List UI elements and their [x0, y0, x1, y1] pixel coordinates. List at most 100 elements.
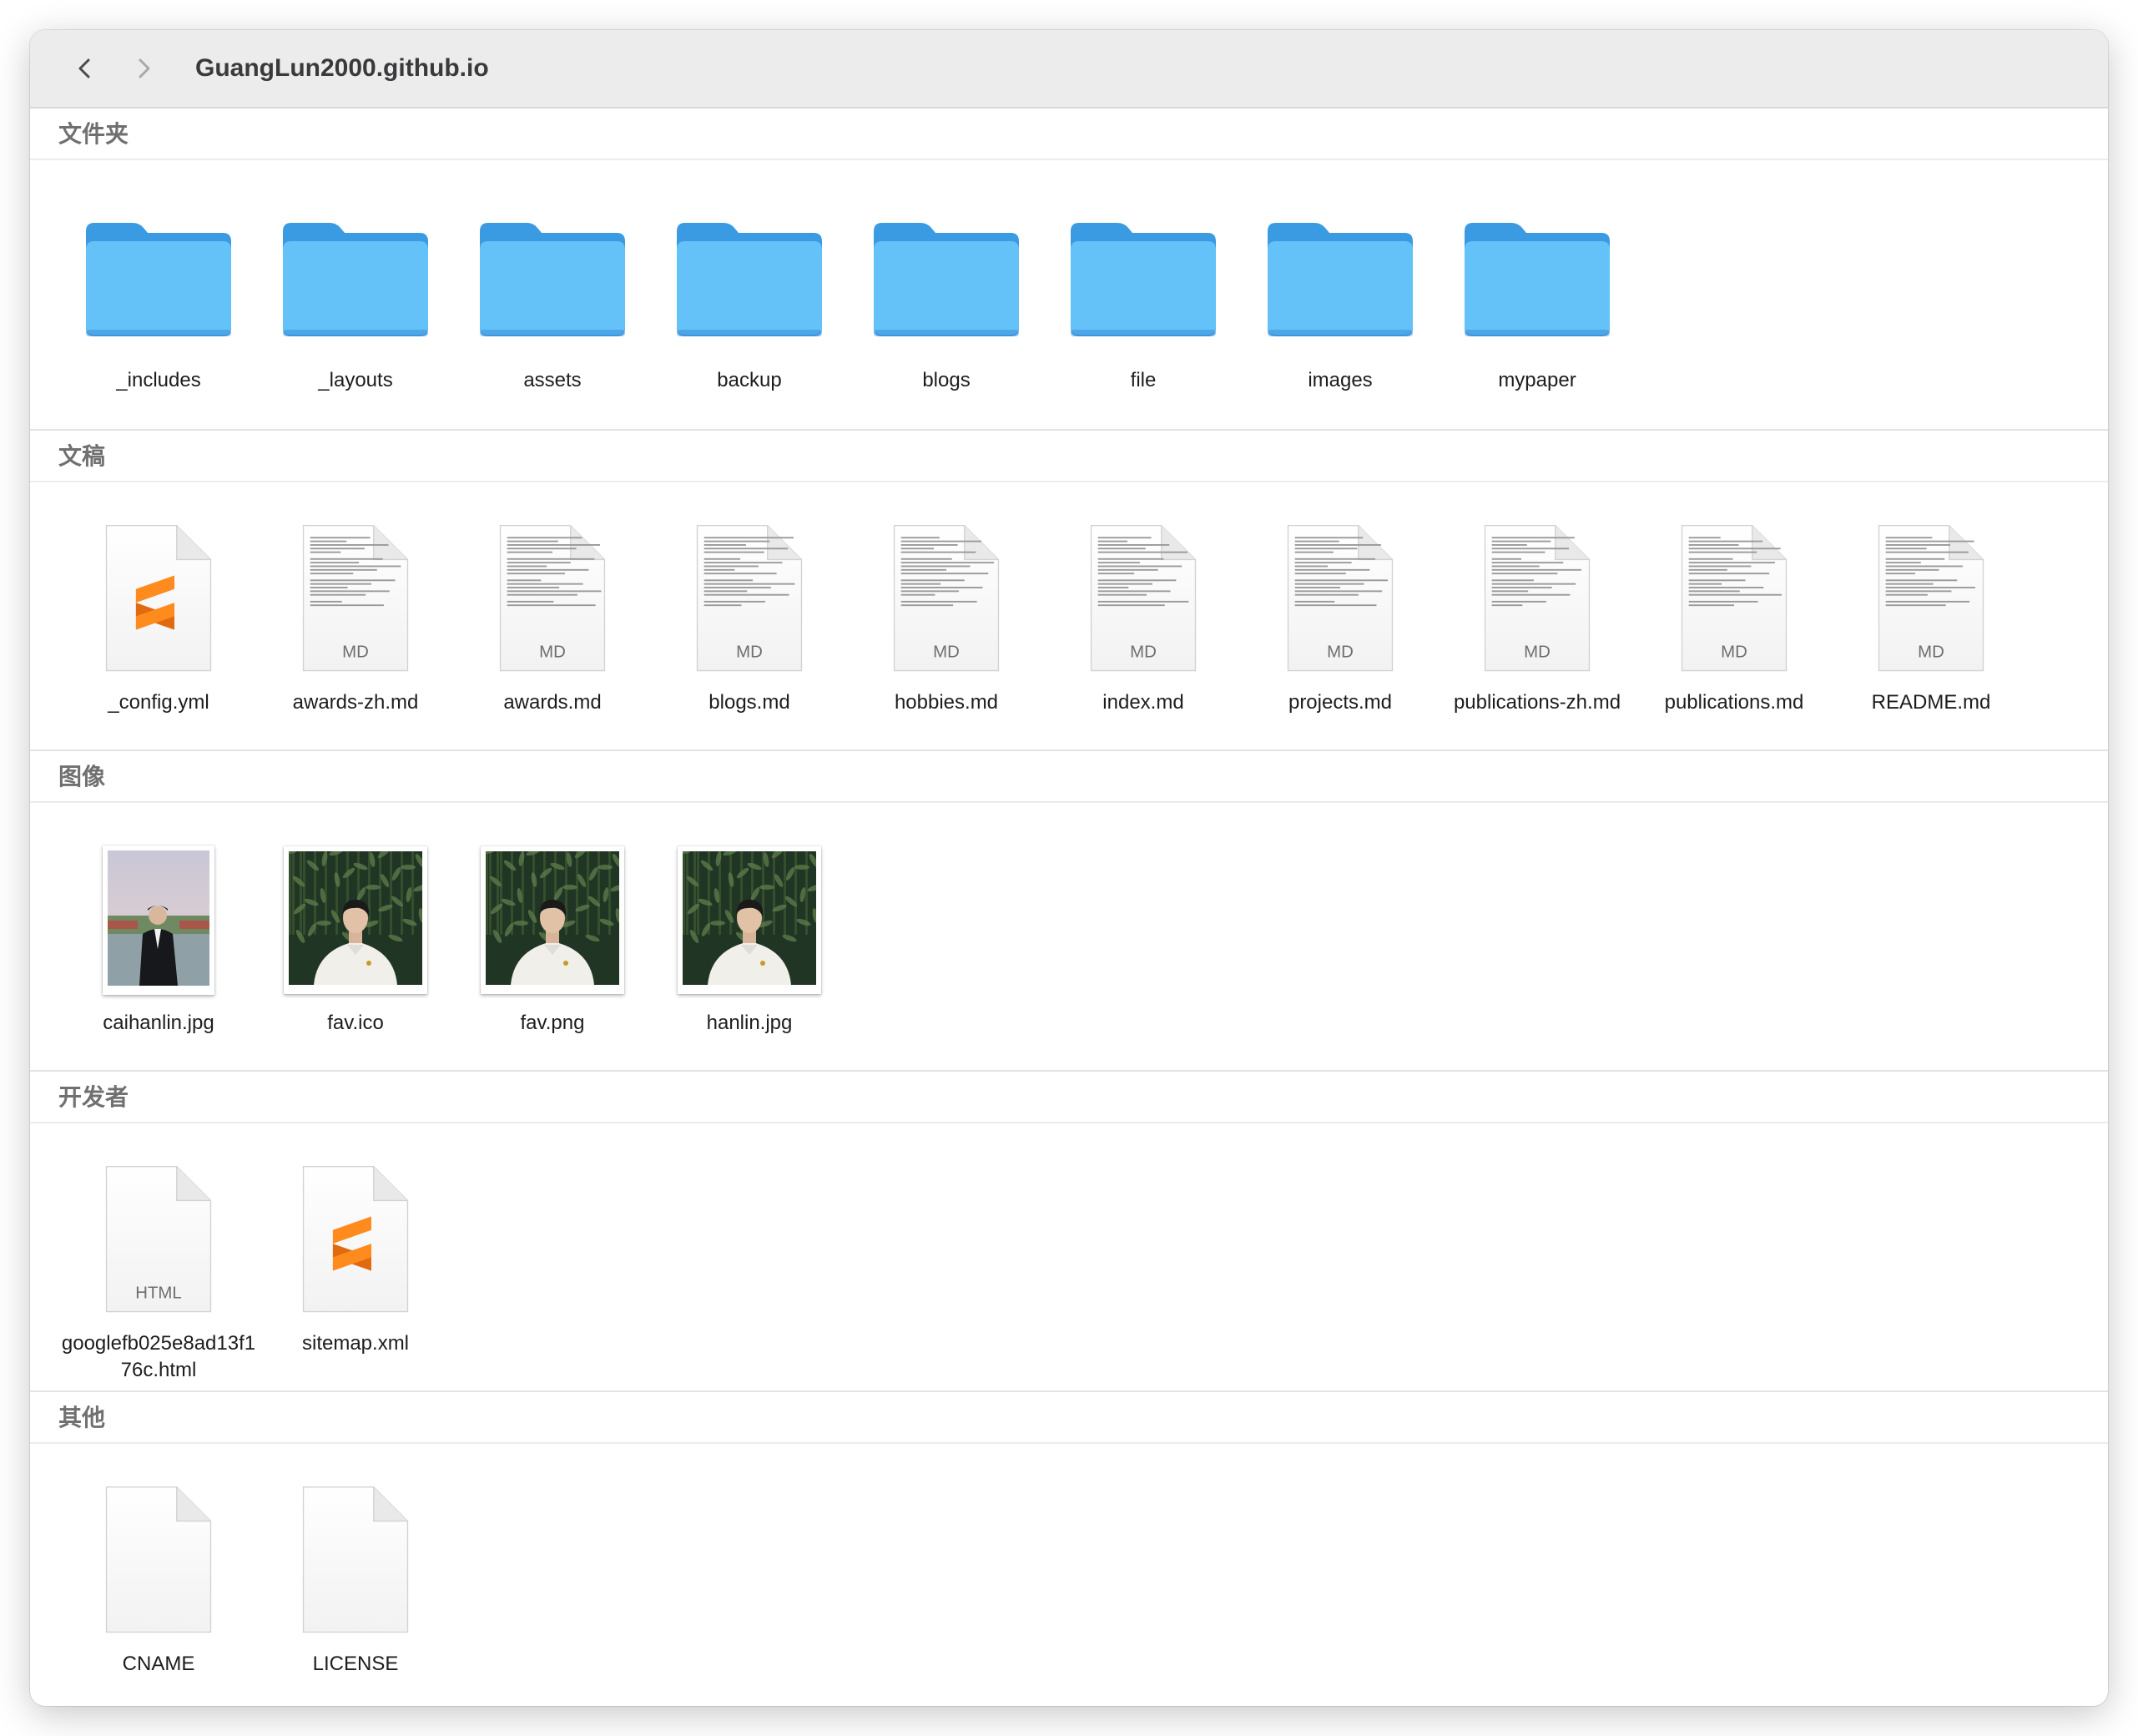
- icon-grid: HTML googlefb025e8ad13f176c.html sitemap.x…: [30, 1123, 2108, 1390]
- html-file-icon: HTML: [60, 1157, 257, 1324]
- file-item[interactable]: sitemap.xml: [257, 1123, 454, 1390]
- file-name: assets: [523, 369, 582, 391]
- file-name: sitemap.xml: [301, 1332, 410, 1355]
- svg-text:MD: MD: [1524, 643, 1551, 661]
- folder-icon: [651, 194, 848, 361]
- chevron-right-icon: [139, 58, 150, 78]
- file-name: images: [1308, 369, 1373, 391]
- section-group: 开发者 HTML googlefb025e8ad13f176c.html sitema…: [30, 1070, 2108, 1390]
- file-item[interactable]: fav.png: [454, 803, 651, 1070]
- file-item[interactable]: LICENSE: [257, 1444, 454, 1706]
- file-item[interactable]: assets: [454, 160, 651, 427]
- markdown-file-icon: MD: [454, 516, 651, 683]
- folder-icon: [454, 194, 651, 361]
- blank-file-icon: [257, 1477, 454, 1644]
- svg-text:HTML: HTML: [135, 1284, 181, 1302]
- file-groups: 文件夹 _includes _layouts assets backup blogs fil…: [30, 108, 2108, 1706]
- file-item[interactable]: _includes: [60, 160, 257, 427]
- file-item[interactable]: MD publications.md: [1636, 482, 1833, 749]
- file-item[interactable]: mypaper: [1439, 160, 1636, 427]
- file-item[interactable]: MD hobbies.md: [848, 482, 1045, 749]
- markdown-file-icon: MD: [1833, 516, 2030, 683]
- section-group: 图像 caihanlin.jpg fav.ico fav.png hanlin.jpg: [30, 749, 2108, 1070]
- file-name: _config.yml: [108, 691, 209, 714]
- file-name: fav.ico: [327, 1012, 384, 1034]
- file-item[interactable]: images: [1242, 160, 1439, 427]
- file-name: awards.md: [503, 691, 602, 714]
- svg-text:MD: MD: [736, 643, 763, 661]
- svg-text:MD: MD: [1130, 643, 1157, 661]
- markdown-file-icon: MD: [1045, 516, 1242, 683]
- folder-icon: [1242, 194, 1439, 361]
- folder-icon: [848, 194, 1045, 361]
- file-item[interactable]: MD index.md: [1045, 482, 1242, 749]
- blank-file-icon: [60, 1477, 257, 1644]
- markdown-file-icon: MD: [1242, 516, 1439, 683]
- folder-icon: [1439, 194, 1636, 361]
- file-name: blogs: [922, 369, 971, 391]
- svg-text:MD: MD: [539, 643, 566, 661]
- file-item[interactable]: caihanlin.jpg: [60, 803, 257, 1070]
- file-item[interactable]: MD README.md: [1833, 482, 2030, 749]
- svg-text:MD: MD: [342, 643, 369, 661]
- bamboo-photo-thumbnail-icon: [257, 836, 454, 1003]
- file-item[interactable]: fav.ico: [257, 803, 454, 1070]
- file-name: README.md: [1871, 691, 1991, 714]
- file-item[interactable]: hanlin.jpg: [651, 803, 848, 1070]
- section-header: 文稿: [30, 431, 2108, 482]
- icon-grid: CNAME LICENSE: [30, 1444, 2108, 1706]
- file-name: fav.png: [520, 1012, 585, 1034]
- file-name: hobbies.md: [894, 691, 999, 714]
- folder-icon: [60, 194, 257, 361]
- file-item[interactable]: MD blogs.md: [651, 482, 848, 749]
- markdown-file-icon: MD: [651, 516, 848, 683]
- file-item[interactable]: backup: [651, 160, 848, 427]
- file-name: publications-zh.md: [1453, 691, 1621, 714]
- chevron-left-icon: [78, 58, 90, 78]
- file-name: CNAME: [122, 1653, 195, 1675]
- svg-text:MD: MD: [1918, 643, 1944, 661]
- svg-text:MD: MD: [1721, 643, 1747, 661]
- file-item[interactable]: MD publications-zh.md: [1439, 482, 1636, 749]
- icon-grid: _config.yml MD awards-zh.md MD awards.md MD bl…: [30, 482, 2108, 749]
- window-title: GuangLun2000.github.io: [195, 54, 489, 82]
- file-item[interactable]: MD awards.md: [454, 482, 651, 749]
- svg-text:MD: MD: [933, 643, 960, 661]
- section-group: 其他 CNAME LICENSE: [30, 1390, 2108, 1706]
- file-item[interactable]: _layouts: [257, 160, 454, 427]
- file-name: awards-zh.md: [292, 691, 419, 714]
- markdown-file-icon: MD: [848, 516, 1045, 683]
- folder-icon: [257, 194, 454, 361]
- file-name: _includes: [116, 369, 201, 391]
- file-name: mypaper: [1498, 369, 1576, 391]
- folder-icon: [1045, 194, 1242, 361]
- section-header: 开发者: [30, 1072, 2108, 1123]
- file-name: _layouts: [318, 369, 393, 391]
- file-name: caihanlin.jpg: [103, 1012, 214, 1034]
- file-name: index.md: [1102, 691, 1184, 714]
- sublime-file-icon: [257, 1157, 454, 1324]
- icon-grid: caihanlin.jpg fav.ico fav.png hanlin.jpg: [30, 803, 2108, 1070]
- file-item[interactable]: CNAME: [60, 1444, 257, 1706]
- markdown-file-icon: MD: [257, 516, 454, 683]
- toolbar: GuangLun2000.github.io: [30, 30, 2108, 108]
- finder-window: GuangLun2000.github.io 文件夹 _includes _layo…: [30, 30, 2108, 1706]
- file-name: file: [1130, 369, 1157, 391]
- file-name: LICENSE: [312, 1653, 399, 1675]
- file-item[interactable]: file: [1045, 160, 1242, 427]
- portrait-photo-thumbnail-icon: [60, 836, 257, 1003]
- section-group: 文件夹 _includes _layouts assets backup blogs fil…: [30, 108, 2108, 429]
- section-group: 文稿 _config.yml MD awards-zh.md MD awards.md MD…: [30, 429, 2108, 749]
- markdown-file-icon: MD: [1636, 516, 1833, 683]
- file-item[interactable]: MD awards-zh.md: [257, 482, 454, 749]
- section-header: 文件夹: [30, 108, 2108, 160]
- sublime-file-icon: [60, 516, 257, 683]
- file-item[interactable]: _config.yml: [60, 482, 257, 749]
- file-item[interactable]: HTML googlefb025e8ad13f176c.html: [60, 1123, 257, 1390]
- back-button[interactable]: [63, 47, 107, 90]
- forward-button[interactable]: [122, 47, 165, 90]
- section-header: 其他: [30, 1392, 2108, 1444]
- file-item[interactable]: blogs: [848, 160, 1045, 427]
- file-item[interactable]: MD projects.md: [1242, 482, 1439, 749]
- file-name: hanlin.jpg: [706, 1012, 793, 1034]
